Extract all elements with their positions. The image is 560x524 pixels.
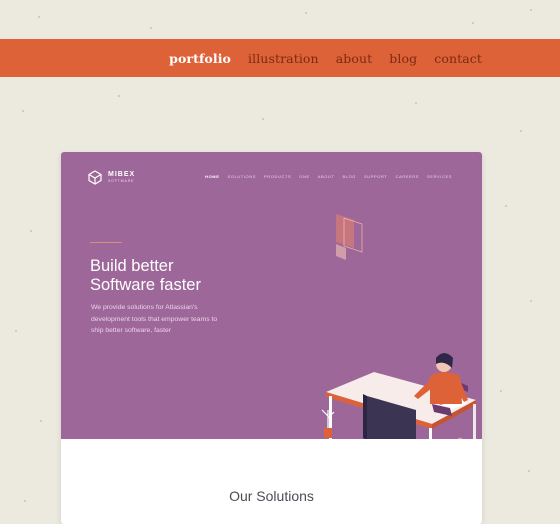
top-nav-bar: portfolio illustration about blog contac…	[0, 39, 560, 77]
site-nav: HOME SOLUTIONS PRODUCTS ONE ABOUT BLOG S…	[205, 174, 452, 179]
nav-link-illustration[interactable]: illustration	[248, 51, 319, 66]
brand-text: MIBEX SOFTWARE	[108, 171, 135, 184]
site-nav-products[interactable]: PRODUCTS	[264, 174, 291, 179]
site-nav-support[interactable]: SUPPORT	[364, 174, 387, 179]
site-nav-solutions[interactable]: SOLUTIONS	[227, 174, 256, 179]
site-nav-home[interactable]: HOME	[205, 174, 219, 179]
solutions-heading: Our Solutions	[229, 488, 314, 504]
site-nav-careers[interactable]: CAREERS	[395, 174, 419, 179]
hero-divider	[90, 242, 122, 243]
site-nav-blog[interactable]: BLOG	[343, 174, 357, 179]
cube-icon	[88, 170, 102, 185]
hero-title: Build better Software faster	[90, 257, 201, 294]
nav-link-portfolio[interactable]: portfolio	[169, 51, 231, 66]
brand-logo[interactable]: MIBEX SOFTWARE	[88, 170, 135, 185]
nav-link-contact[interactable]: contact	[434, 51, 482, 66]
hero-section: MIBEX SOFTWARE HOME SOLUTIONS PRODUCTS O…	[61, 152, 482, 439]
site-nav-services[interactable]: SERVICES	[427, 174, 452, 179]
site-nav-one[interactable]: ONE	[299, 174, 309, 179]
brand-subtitle: SOFTWARE	[108, 179, 135, 183]
brand-name: MIBEX	[108, 171, 136, 178]
nav-link-about[interactable]: about	[336, 51, 373, 66]
nav-link-blog[interactable]: blog	[389, 51, 417, 66]
top-nav: portfolio illustration about blog contac…	[169, 39, 482, 77]
hero-description: We provide solutions for Atlassian's dev…	[91, 304, 218, 334]
site-nav-about[interactable]: ABOUT	[318, 174, 335, 179]
portfolio-preview-card[interactable]: MIBEX SOFTWARE HOME SOLUTIONS PRODUCTS O…	[61, 152, 482, 524]
developer-at-desk-illustration	[321, 214, 476, 439]
